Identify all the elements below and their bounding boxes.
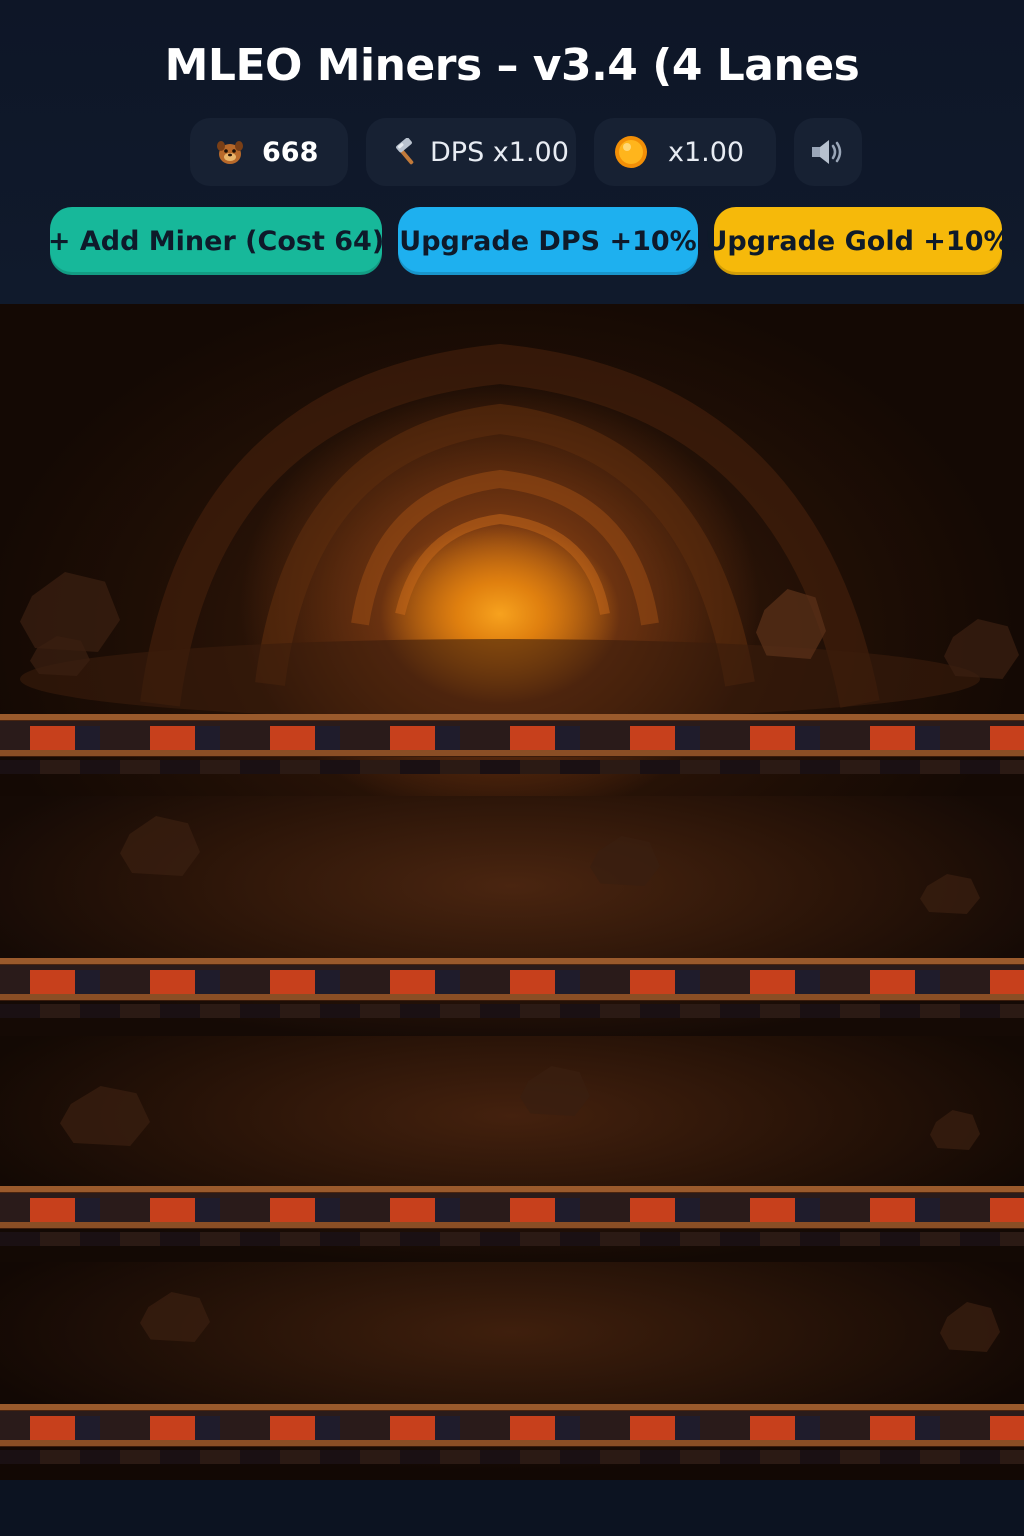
mine-lane-4[interactable] <box>0 1262 1024 1480</box>
mine-lane-2[interactable] <box>0 796 1024 1036</box>
upgrade-gold-button[interactable]: Upgrade Gold +10% <box>705 207 1011 275</box>
rail-track <box>0 952 1024 1032</box>
coins-counter: 668 <box>190 118 348 186</box>
dog-coin-icon <box>216 138 244 166</box>
rail-track <box>0 708 1024 788</box>
add-miner-button[interactable]: + Add Miner (Cost 64) <box>48 207 384 275</box>
gold-coin-icon <box>614 135 648 169</box>
rail-track <box>0 1180 1024 1260</box>
hammer-icon <box>392 137 420 166</box>
top-bar: MLEO Miners – v3.4 (4 Lanes 668 DPS x1.0… <box>0 0 1024 304</box>
rail-track <box>0 1398 1024 1478</box>
dps-multiplier: DPS x1.00 <box>366 118 576 186</box>
coins-value: 668 <box>262 136 319 168</box>
sound-toggle-button[interactable] <box>794 118 862 186</box>
speaker-icon <box>810 137 846 167</box>
gold-multiplier: x1.00 <box>594 118 776 186</box>
mine-lane-3[interactable] <box>0 1036 1024 1262</box>
game-title: MLEO Miners – v3.4 (4 Lanes <box>164 40 860 91</box>
upgrade-dps-button[interactable]: Upgrade DPS +10% <box>398 207 698 275</box>
game-screen: MLEO Miners – v3.4 (4 Lanes 668 DPS x1.0… <box>0 0 1024 1536</box>
mine-lane-1[interactable] <box>0 304 1024 796</box>
mine-area <box>0 304 1024 1480</box>
gold-label: x1.00 <box>668 136 745 168</box>
bottom-bar <box>0 1480 1024 1536</box>
dps-label: DPS x1.00 <box>430 136 569 168</box>
